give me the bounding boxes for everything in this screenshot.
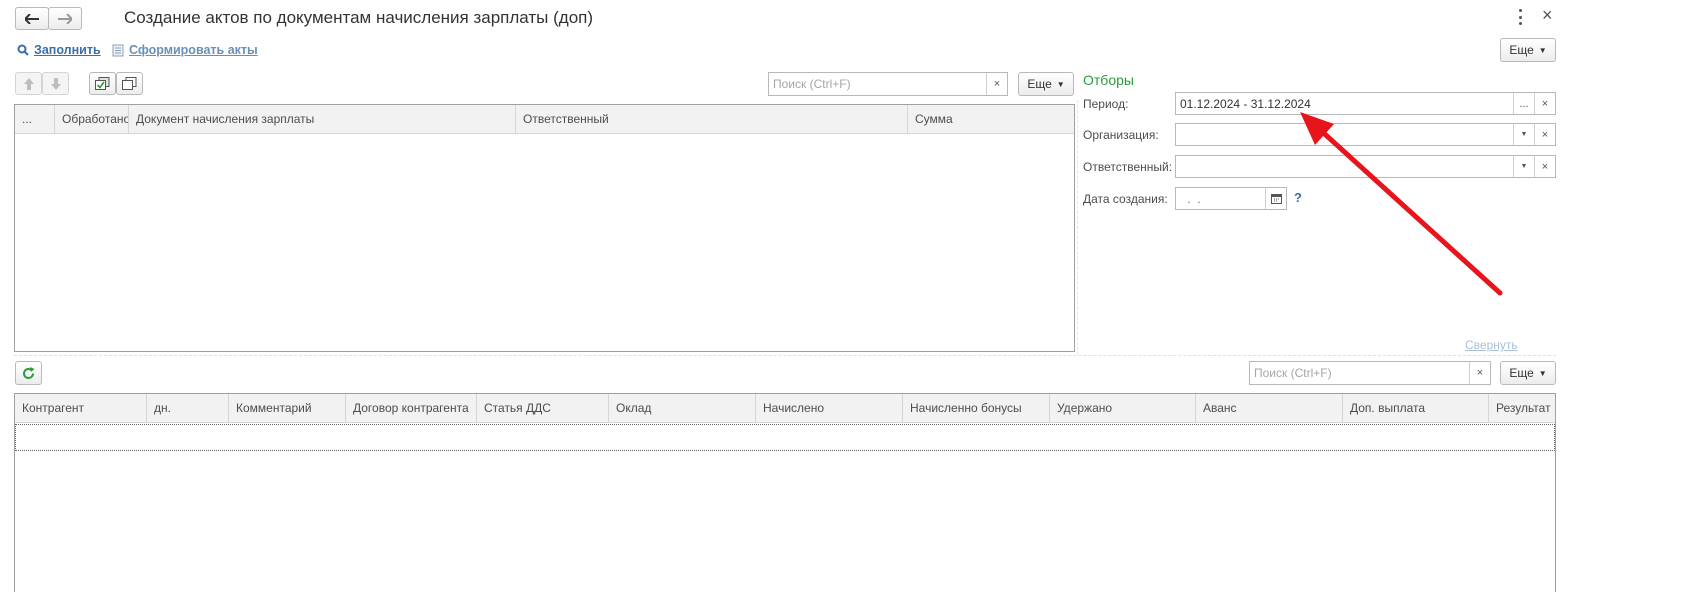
period-label: Период: — [1083, 97, 1129, 111]
table-row[interactable] — [15, 424, 1555, 451]
move-up-button[interactable] — [15, 72, 42, 95]
uncheck-all-icon — [122, 77, 137, 90]
bottom-table[interactable]: Контрагент дн. Комментарий Договор контр… — [14, 393, 1556, 592]
collapse-link[interactable]: Свернуть — [1465, 338, 1518, 352]
form-acts-link[interactable]: Сформировать акты — [129, 43, 258, 57]
col-processed[interactable]: Обработано — [55, 105, 129, 133]
organization-clear-icon[interactable]: × — [1534, 124, 1555, 145]
col-extra-payment[interactable]: Доп. выплата — [1343, 394, 1489, 422]
clear-search-icon[interactable]: × — [986, 73, 1007, 95]
col-sum[interactable]: Сумма — [908, 105, 1074, 133]
chevron-down-icon: ▼ — [1056, 79, 1065, 89]
col-payroll-document[interactable]: Документ начисления зарплаты — [129, 105, 516, 133]
back-button[interactable] — [15, 7, 49, 30]
check-all-icon — [95, 77, 110, 90]
top-table-header: ... Обработано Документ начисления зарпл… — [15, 105, 1074, 134]
splitter-line[interactable] — [14, 355, 1556, 356]
arrow-down-icon — [50, 77, 61, 90]
refresh-button[interactable] — [15, 361, 42, 385]
uncheck-all-button[interactable] — [116, 72, 143, 95]
kebab-menu-icon[interactable] — [1516, 9, 1524, 25]
col-days[interactable]: дн. — [147, 394, 229, 422]
responsible-label: Ответственный: — [1083, 160, 1173, 174]
col-result[interactable]: Результат — [1489, 394, 1555, 422]
col-comment[interactable]: Комментарий — [229, 394, 346, 422]
page-title: Создание актов по документам начисления … — [124, 8, 594, 27]
arrow-right-icon — [58, 13, 72, 24]
organization-label: Организация: — [1083, 128, 1159, 142]
col-salary[interactable]: Оклад — [609, 394, 756, 422]
more-label: Еще — [1027, 77, 1052, 91]
col-responsible[interactable]: Ответственный — [516, 105, 908, 133]
bottom-table-header: Контрагент дн. Комментарий Договор контр… — [15, 394, 1555, 423]
created-date-field[interactable]: . . — [1175, 187, 1287, 210]
created-date-label: Дата создания: — [1083, 192, 1168, 206]
arrow-up-icon — [23, 77, 34, 90]
bottom-search-input[interactable]: Поиск (Ctrl+F) × — [1249, 361, 1491, 385]
fill-link[interactable]: Заполнить — [34, 43, 101, 57]
created-date-value: . . — [1184, 192, 1201, 206]
check-all-button[interactable] — [89, 72, 116, 95]
responsible-clear-icon[interactable]: × — [1534, 156, 1555, 177]
more-button-bottom[interactable]: Еще ▼ — [1500, 361, 1556, 385]
forward-button[interactable] — [48, 7, 82, 30]
form-acts-command[interactable]: Сформировать акты — [112, 43, 258, 57]
col-accrued[interactable]: Начислено — [756, 394, 903, 422]
col-select[interactable]: ... — [15, 105, 55, 133]
more-label: Еще — [1509, 366, 1534, 380]
more-label: Еще — [1509, 43, 1534, 57]
top-table[interactable]: ... Обработано Документ начисления зарпл… — [14, 104, 1075, 352]
vertical-splitter[interactable] — [1077, 100, 1078, 355]
clear-search-icon[interactable]: × — [1469, 362, 1490, 384]
chevron-down-icon: ▼ — [1538, 45, 1547, 55]
arrow-left-icon — [25, 13, 39, 24]
search-icon — [17, 44, 29, 56]
filters-title: Отборы — [1083, 72, 1134, 88]
document-icon — [112, 44, 124, 56]
annotation-arrow — [1300, 112, 1503, 296]
col-withheld[interactable]: Удержано — [1050, 394, 1196, 422]
top-search-input[interactable]: Поиск (Ctrl+F) × — [768, 72, 1008, 96]
chevron-down-icon: ▼ — [1538, 368, 1547, 378]
more-button-top[interactable]: Еще ▼ — [1018, 72, 1074, 96]
calendar-icon[interactable] — [1265, 188, 1286, 209]
top-search-placeholder: Поиск (Ctrl+F) — [773, 77, 851, 91]
period-clear-icon[interactable]: × — [1534, 93, 1555, 114]
col-advance[interactable]: Аванс — [1196, 394, 1343, 422]
move-down-button[interactable] — [42, 72, 69, 95]
col-counterparty[interactable]: Контрагент — [15, 394, 147, 422]
close-window-icon[interactable]: × — [1542, 5, 1553, 26]
more-button-main[interactable]: Еще ▼ — [1500, 38, 1556, 62]
col-contract[interactable]: Договор контрагента — [346, 394, 477, 422]
refresh-icon — [23, 366, 35, 379]
col-bonuses[interactable]: Начисленно бонусы — [903, 394, 1050, 422]
period-value: 01.12.2024 - 31.12.2024 — [1180, 97, 1311, 111]
bottom-search-placeholder: Поиск (Ctrl+F) — [1254, 366, 1332, 380]
col-cash-flow-item[interactable]: Статья ДДС — [477, 394, 609, 422]
fill-command[interactable]: Заполнить — [17, 43, 101, 57]
